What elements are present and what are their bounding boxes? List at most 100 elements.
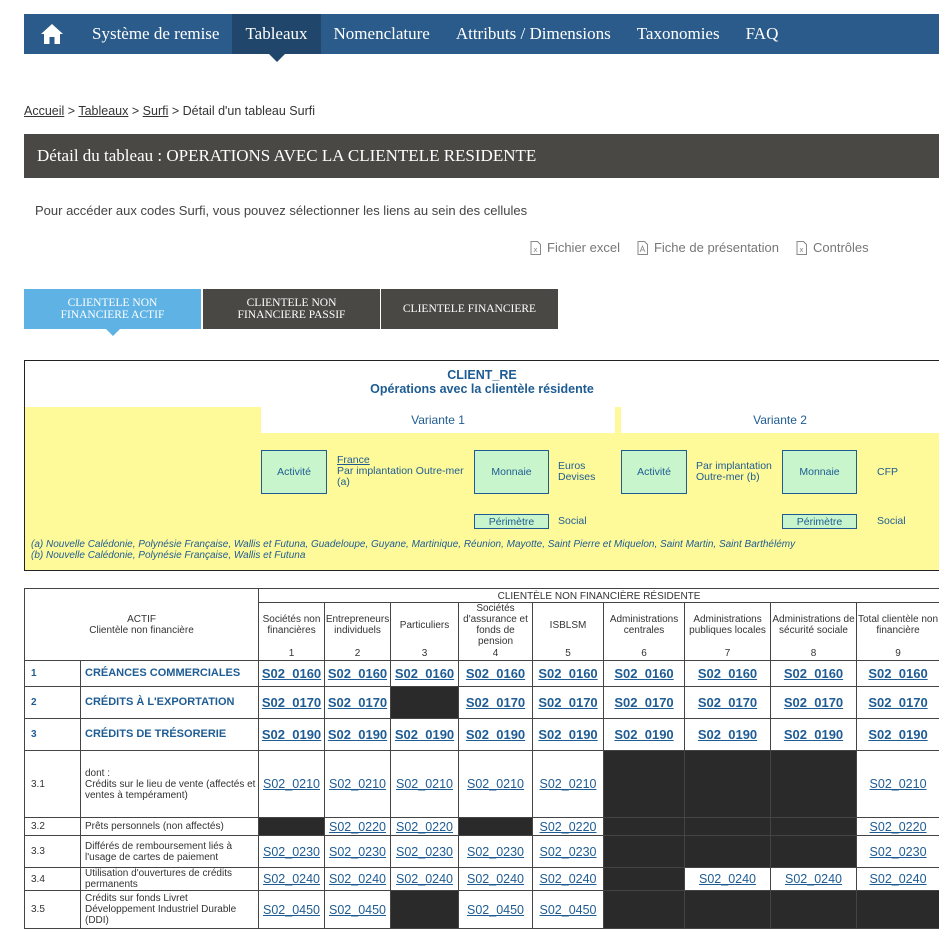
table-row: 3.5 Crédits sur fonds Livret Développemen… [24,890,939,929]
surfi-code-link[interactable]: S02_0210 [324,750,392,818]
surfi-code-link[interactable]: S02_0160 [390,660,460,687]
surfi-code-link[interactable]: S02_0160 [458,660,534,687]
surfi-code-link[interactable]: S02_0170 [603,686,686,719]
surfi-code-link[interactable]: S02_0450 [324,890,392,929]
surfi-code-link[interactable]: S02_0190 [770,718,858,751]
breadcrumb-separator: > [67,104,76,118]
surfi-code-link[interactable]: S02_0160 [770,660,858,687]
surfi-code-link[interactable]: S02_0450 [458,890,534,929]
surfi-code-link[interactable]: S02_0240 [856,867,939,891]
empty-cell [770,817,858,836]
presentation-file-label: Fiche de présentation [653,240,779,255]
surfi-code-link[interactable]: S02_0220 [324,817,392,836]
tab-financiere[interactable]: CLIENTELE FINANCIERE [381,289,558,329]
surfi-code-link[interactable]: S02_0210 [856,750,939,818]
surfi-code-link[interactable]: S02_0170 [532,686,605,719]
surfi-code-link[interactable]: S02_0240 [258,867,326,891]
surfi-code-link[interactable]: S02_0230 [532,835,605,868]
surfi-code-link[interactable]: S02_0170 [770,686,858,719]
empty-cell [390,686,460,719]
row-number: 3.3 [24,835,81,868]
excel-file-link[interactable]: x Fichier excel [530,240,620,255]
surfi-code-link[interactable]: S02_0240 [324,867,392,891]
column-number: 9 [856,647,939,661]
surfi-code-link[interactable]: S02_0190 [458,718,534,751]
surfi-code-link[interactable]: S02_0190 [532,718,605,751]
home-button[interactable] [24,14,79,54]
v1-activite-box: Activité [261,450,327,494]
surfi-code-link[interactable]: S02_0210 [458,750,534,818]
surfi-code-link[interactable]: S02_0240 [684,867,772,891]
empty-cell [856,890,939,929]
breadcrumb-surfi[interactable]: Surfi [143,104,169,118]
surfi-code-link[interactable]: S02_0240 [532,867,605,891]
surfi-code-link[interactable]: S02_0170 [856,686,939,719]
actif-header: ACTIF Clientèle non financière [23,588,260,661]
breadcrumb-home[interactable]: Accueil [24,104,64,118]
surfi-code-link[interactable]: S02_0240 [458,867,534,891]
surfi-code-link[interactable]: S02_0230 [856,835,939,868]
nav-attributs-dimensions[interactable]: Attributs / Dimensions [443,14,624,54]
surfi-code-link[interactable]: S02_0450 [532,890,605,929]
surfi-code-link[interactable]: S02_0230 [458,835,534,868]
surfi-code-link[interactable]: S02_0220 [856,817,939,836]
surfi-code-link[interactable]: S02_0450 [258,890,326,929]
surfi-code-link[interactable]: S02_0220 [532,817,605,836]
controls-file-link[interactable]: x Contrôles [796,240,869,255]
surfi-code-link[interactable]: S02_0190 [258,718,326,751]
surfi-code-link[interactable]: S02_0190 [390,718,460,751]
surfi-code-link[interactable]: S02_0190 [684,718,772,751]
surfi-code-link[interactable]: S02_0170 [458,686,534,719]
breadcrumb-current: Détail d'un tableau Surfi [182,104,315,118]
empty-cell [684,750,772,818]
nav-tableaux[interactable]: Tableaux [232,14,321,62]
surfi-code-link[interactable]: S02_0230 [324,835,392,868]
surfi-code-link[interactable]: S02_0160 [532,660,605,687]
surfi-code-link[interactable]: S02_0160 [603,660,686,687]
nav-nomenclature[interactable]: Nomenclature [321,14,443,54]
surfi-code-link[interactable]: S02_0190 [324,718,392,751]
column-header: Administrations de sécurité sociale [770,602,858,648]
empty-cell [770,835,858,868]
surfi-code-link[interactable]: S02_0190 [603,718,686,751]
column-number: 7 [684,647,772,661]
v1-outremer: Par implantation Outre-mer [337,465,464,477]
column-number: 8 [770,647,858,661]
nav-faq[interactable]: FAQ [733,14,792,54]
row-number: 3.2 [24,817,81,836]
table-row: 3 CRÉDITS DE TRÉSORERIE S02_0190 S02_0190 S0… [24,718,939,751]
tab-financiere-label: CLIENTELE FINANCIERE [402,303,537,315]
surfi-code-link[interactable]: S02_0230 [390,835,460,868]
breadcrumb-tableaux[interactable]: Tableaux [78,104,128,118]
surfi-code-link[interactable]: S02_0190 [856,718,939,751]
column-header: Administrations publiques locales [684,602,772,648]
surfi-code-link[interactable]: S02_0210 [258,750,326,818]
surfi-code-link[interactable]: S02_0240 [390,867,460,891]
presentation-file-link[interactable]: Fiche de présentation [637,240,779,255]
surfi-code-link[interactable]: S02_0170 [324,686,392,719]
empty-cell [390,890,460,929]
surfi-code-link[interactable]: S02_0160 [856,660,939,687]
column-header: Entrepreneurs individuels [324,602,392,648]
v2-monnaie-box: Monnaie [782,450,857,494]
tab-actif[interactable]: CLIENTELE NON FINANCIERE ACTIF [24,289,201,336]
table-row: 3.4 Utilisation d'ouvertures de crédits p… [24,867,939,891]
surfi-code-link[interactable]: S02_0210 [390,750,460,818]
column-number: 5 [532,647,605,661]
v2-activite-values: Par implantation Outre-mer (b) [696,460,772,483]
surfi-code-link[interactable]: S02_0170 [684,686,772,719]
footnote-b: (b) Nouvelle Calédonie, Polynésie França… [31,549,306,561]
column-number: 2 [324,647,392,661]
surfi-code-link[interactable]: S02_0160 [324,660,392,687]
nav-systeme-de-remise[interactable]: Système de remise [79,14,232,54]
surfi-code-link[interactable]: S02_0240 [770,867,858,891]
nav-taxonomies[interactable]: Taxonomies [624,14,733,54]
surfi-code-link[interactable]: S02_0160 [684,660,772,687]
surfi-code-link[interactable]: S02_0210 [532,750,605,818]
surfi-code-link[interactable]: S02_0230 [258,835,326,868]
surfi-code-link[interactable]: S02_0220 [390,817,460,836]
table-header-panel: CLIENT_RE Opérations avec la clientèle r… [24,360,939,571]
surfi-code-link[interactable]: S02_0160 [258,660,326,687]
tab-passif[interactable]: CLIENTELE NON FINANCIERE PASSIF [203,289,380,329]
surfi-code-link[interactable]: S02_0170 [258,686,326,719]
